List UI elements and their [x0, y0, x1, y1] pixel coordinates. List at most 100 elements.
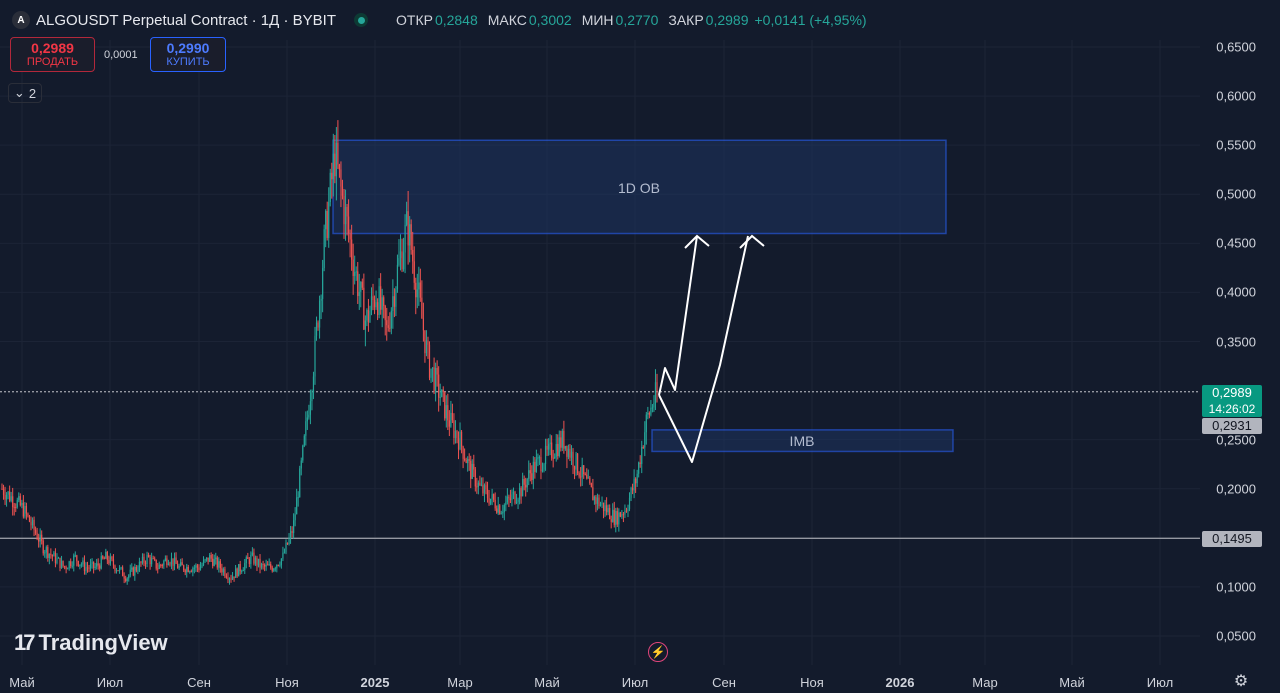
candle-body [216, 557, 218, 568]
candle-body [543, 464, 545, 470]
candle-body [645, 414, 647, 433]
candle-body [149, 557, 151, 565]
candle-body [250, 554, 252, 564]
candle-body [601, 502, 603, 505]
candle-body [480, 484, 483, 486]
time-axis-tick: Сен [712, 675, 736, 690]
candle-body [633, 478, 635, 491]
chart-gridlines [0, 40, 1200, 665]
candle-body [468, 459, 470, 461]
price-chart[interactable] [0, 0, 1280, 693]
tradingview-logo[interactable]: 17 TradingView [14, 630, 168, 656]
candle-body [279, 565, 281, 567]
candle-body [9, 491, 11, 501]
candle-body [12, 496, 14, 507]
time-axis-tick: Июл [621, 675, 649, 690]
candle-body [358, 291, 360, 297]
candle-body [650, 407, 652, 415]
candle-body [656, 382, 658, 392]
candle-body [473, 463, 475, 470]
candle-body [36, 533, 38, 540]
candle-body [173, 557, 176, 566]
candle-body [560, 437, 562, 448]
projection-path-2 [658, 235, 749, 463]
candle-body [53, 552, 55, 557]
candle-body [514, 491, 516, 503]
flash-icon[interactable]: ⚡ [648, 642, 668, 662]
candle-body [409, 224, 411, 246]
candle-body [308, 414, 310, 418]
time-axis-tick: Июл [96, 675, 124, 690]
candle-body [151, 558, 153, 565]
candle-body [494, 499, 496, 509]
candle-body [267, 564, 269, 566]
candle-body [402, 252, 405, 270]
candle-body [355, 271, 357, 273]
candle-body [198, 567, 200, 571]
candle-body [47, 547, 49, 558]
candle-body [572, 451, 574, 467]
support-level-tag: 0,1495 [1202, 531, 1262, 547]
time-axis-tick: Июл [1146, 675, 1174, 690]
candle-body [57, 557, 60, 559]
candle-body [347, 216, 350, 234]
candle-body [103, 558, 105, 560]
candle-body [41, 534, 43, 541]
candle-body [88, 567, 90, 569]
candle-body [164, 558, 166, 561]
candle-body [390, 310, 392, 329]
candle-body [82, 560, 84, 565]
candle-body [120, 567, 122, 569]
candle-body [152, 558, 154, 560]
candle-body [577, 453, 579, 474]
candle-body [30, 521, 32, 526]
gear-icon[interactable]: ⚙ [1232, 672, 1250, 690]
candle-body [413, 261, 415, 283]
market-status-icon[interactable] [354, 13, 368, 27]
candle-body [157, 568, 159, 570]
candle-body [607, 508, 609, 513]
candle-body [199, 566, 202, 571]
candle-body [561, 430, 563, 448]
time-axis-tick: Мар [972, 675, 998, 690]
candle-body [407, 211, 409, 246]
candle-body [248, 558, 250, 564]
candle-body [231, 576, 234, 580]
symbol-title[interactable]: ALGOUSDT Perpetual Contract · 1Д · BYBIT [36, 12, 336, 29]
candle-body [86, 567, 89, 569]
candle-body [219, 561, 221, 569]
candle-body [351, 239, 353, 260]
candle-body [24, 505, 26, 517]
candle-body [435, 367, 437, 391]
sell-button[interactable]: 0,2989 ПРОДАТЬ [10, 37, 95, 72]
candle-body [79, 564, 81, 566]
candle-body [450, 412, 452, 427]
candle-body [506, 496, 508, 503]
candle-body [102, 556, 104, 559]
candle-body [192, 568, 194, 572]
buy-button[interactable]: 0,2990 КУПИТЬ [150, 37, 226, 72]
candle-body [557, 443, 559, 457]
candle-body [202, 560, 205, 565]
candle-body [648, 412, 650, 415]
candle-body [239, 564, 241, 572]
indicators-toggle-button[interactable]: ⌄ 2 [8, 83, 42, 103]
candle-body [317, 322, 319, 328]
candle-body [247, 557, 249, 559]
candle-body [651, 407, 654, 409]
candle-body [619, 512, 621, 517]
candle-body [169, 563, 171, 565]
candle-body [163, 560, 165, 566]
candle-body [470, 460, 472, 479]
candle-body [166, 558, 168, 565]
candle-body [497, 505, 499, 513]
candle-body [262, 563, 264, 565]
candle-body [16, 500, 18, 508]
candle-body [241, 571, 243, 573]
candle-body [70, 561, 72, 566]
candle-body [123, 576, 125, 579]
candle-body [39, 534, 41, 542]
candle-body [465, 459, 467, 464]
candle-body [4, 494, 6, 500]
candle-body [233, 576, 235, 578]
